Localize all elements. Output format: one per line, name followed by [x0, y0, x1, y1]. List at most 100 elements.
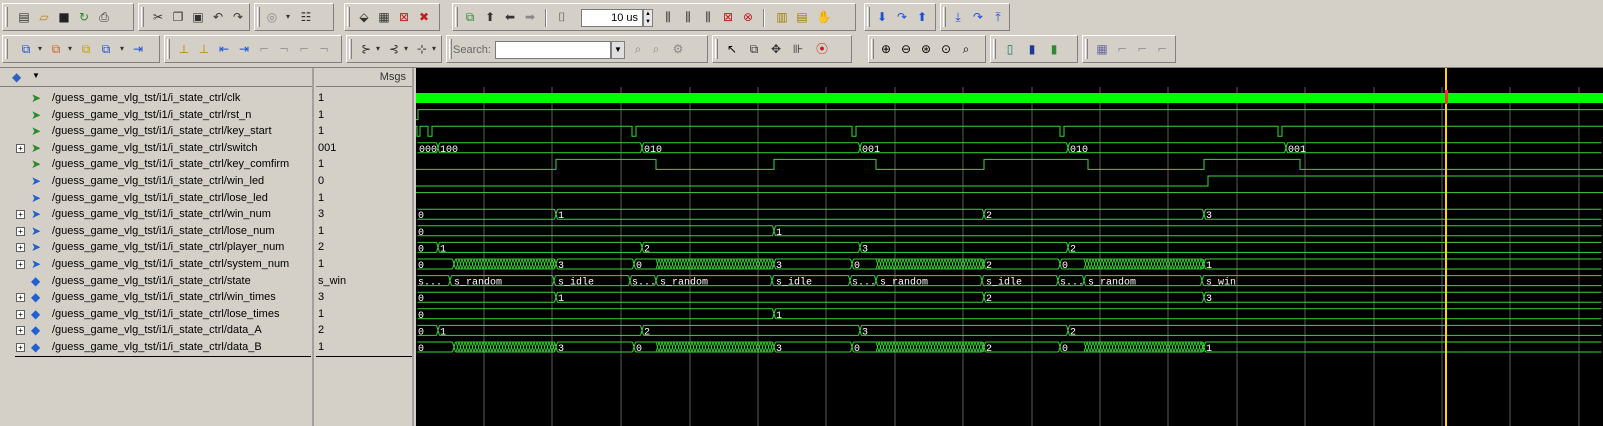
toolbar-grip[interactable]	[449, 39, 452, 59]
signal-row[interactable]: + ➤ /guess_game_vlg_tst/i1/i_state_ctrl/lo…	[0, 223, 312, 239]
toolbar-grip[interactable]	[5, 7, 8, 27]
stop-icon[interactable]: ⊠	[719, 8, 737, 26]
search-dropdown-icon[interactable]: ▼	[611, 41, 625, 59]
measure-mode-icon[interactable]: ⊪	[789, 40, 807, 58]
format-4-icon[interactable]: ▦	[1093, 40, 1111, 58]
zoom-out-icon[interactable]: ⊖	[897, 40, 915, 58]
search-options-icon[interactable]: ⚙	[669, 40, 687, 58]
new-file-icon[interactable]: ▤	[15, 8, 33, 26]
signal-names-pane[interactable]: ◆ ▼ ➤ /guess_game_vlg_tst/i1/i_state_ctrl…	[0, 68, 314, 426]
compile-icon[interactable]: ⬙	[355, 8, 373, 26]
break-point-icon[interactable]: ⊗	[739, 8, 757, 26]
signal-row[interactable]: ◆ /guess_game_vlg_tst/i1/i_state_ctrl/sta…	[0, 273, 312, 289]
pan-mode-icon[interactable]: ✥	[767, 40, 785, 58]
cursor-left-icon[interactable]: ⇤	[215, 40, 233, 58]
zoom-full-icon[interactable]: ⊛	[917, 40, 935, 58]
open-folder-icon[interactable]: ▱	[35, 8, 53, 26]
signal-value-row[interactable]: 3	[316, 289, 412, 305]
toolbar-grip[interactable]	[871, 39, 874, 59]
signal-value-row[interactable]: 1	[316, 156, 412, 172]
add-wave-3-icon[interactable]: ⧉	[77, 40, 95, 58]
dataflow-mode-icon[interactable]: ⦿	[813, 40, 831, 58]
redo-icon[interactable]: ↷	[229, 8, 247, 26]
cursor-right-icon[interactable]: ⇥	[235, 40, 253, 58]
copy-icon[interactable]: ❐	[169, 8, 187, 26]
signal-values-pane[interactable]: Msgs 1 1 1 001 1 0 1 3 1 2 1 s_win 3 1 2 1	[316, 68, 414, 426]
search-prev-icon[interactable]: ⌕	[629, 40, 647, 58]
compile-all-icon[interactable]: ▦	[375, 8, 393, 26]
schematic-icon[interactable]: ▤	[793, 8, 811, 26]
signal-row[interactable]: + ➤ /guess_game_vlg_tst/i1/i_state_ctrl/pl…	[0, 239, 312, 255]
signal-row[interactable]: ➤ /guess_game_vlg_tst/i1/i_state_ctrl/win…	[0, 173, 312, 189]
break-icon[interactable]: ✖	[415, 8, 433, 26]
signal-row[interactable]: + ◆ /guess_game_vlg_tst/i1/i_state_ctrl/da…	[0, 339, 312, 355]
toolbar-grip[interactable]	[993, 39, 996, 59]
expand-icon[interactable]: +	[16, 226, 25, 236]
signal-value-row[interactable]: 3	[316, 206, 412, 222]
expand-icon[interactable]: +	[16, 143, 25, 153]
signal-row[interactable]: + ➤ /guess_game_vlg_tst/i1/i_state_ctrl/wi…	[0, 206, 312, 222]
edge-any-icon[interactable]: ⌐	[295, 40, 313, 58]
signal-value-row[interactable]: 1	[316, 90, 412, 106]
insert-divider-icon[interactable]: ⇥	[129, 40, 147, 58]
signal-value-row[interactable]: 1	[316, 306, 412, 322]
signal-value-row[interactable]: 001	[316, 140, 412, 156]
hand-icon[interactable]: ✋	[815, 8, 833, 26]
signal-value-row[interactable]: 1	[316, 190, 412, 206]
signal-row[interactable]: + ◆ /guess_game_vlg_tst/i1/i_state_ctrl/lo…	[0, 306, 312, 322]
zoom-cursor-icon[interactable]: ⊙	[937, 40, 955, 58]
expand-icon[interactable]: +	[16, 293, 25, 303]
restart-icon[interactable]: ⧉	[461, 8, 479, 26]
waveform-pane[interactable]: 000 100 010 001 010 001 0 1 2 3 0 1 0 1 2 3 2 0 3 0 3 0 2 0 1 s..…	[416, 68, 1603, 426]
expand-icon[interactable]: +	[16, 343, 25, 352]
format-1-icon[interactable]: ▯	[1001, 40, 1019, 58]
format-5-icon[interactable]: ⌐	[1113, 40, 1131, 58]
up-arrow-icon[interactable]: ⬆	[481, 8, 499, 26]
step-icon[interactable]: ⬇	[873, 8, 891, 26]
toolbar-grip[interactable]	[1085, 39, 1088, 59]
zoom-in-icon[interactable]: ⊕	[877, 40, 895, 58]
signal-row[interactable]: + ➤ /guess_game_vlg_tst/i1/i_state_ctrl/sy…	[0, 256, 312, 272]
run-icon[interactable]: ⫼	[659, 8, 677, 26]
step-over-2-icon[interactable]: ↷	[969, 8, 987, 26]
run-all-icon[interactable]: ⫼	[699, 8, 717, 26]
format-2-icon[interactable]: ▮	[1023, 40, 1041, 58]
undo-icon[interactable]: ↶	[209, 8, 227, 26]
toolbar-grip[interactable]	[257, 7, 260, 27]
step-out-icon[interactable]: ⬆	[913, 8, 931, 26]
toolbar-grip[interactable]	[347, 7, 350, 27]
run-continue-icon[interactable]: ⫼	[679, 8, 697, 26]
signal-value-row[interactable]: 0	[316, 173, 412, 189]
edge-any-2-icon[interactable]: ¬	[315, 40, 333, 58]
find-dropdown-icon[interactable]: ▾	[279, 8, 297, 26]
expand-icon[interactable]: +	[16, 309, 25, 319]
signal-value-row[interactable]: s_win	[316, 273, 412, 289]
list-icon[interactable]: ☷	[297, 8, 315, 26]
signal-row[interactable]: ➤ /guess_game_vlg_tst/i1/i_state_ctrl/rst…	[0, 107, 312, 123]
paste-icon[interactable]: ▣	[189, 8, 207, 26]
signal-value-row[interactable]: 1	[316, 107, 412, 123]
reload-icon[interactable]: ↻	[75, 8, 93, 26]
run-length-spinner[interactable]: ▲ ▼	[643, 9, 653, 27]
toolbar-grip[interactable]	[349, 39, 352, 59]
run-length-input[interactable]: 10 us	[581, 9, 643, 27]
waveform-canvas[interactable]: 000 100 010 001 010 0010 1 2 30 10 1 2 3 20 3 0 3 0 2 0 1s..…	[416, 68, 1603, 426]
zoom-mode-icon[interactable]: ⧉	[745, 40, 763, 58]
select-mode-icon[interactable]: ↖	[723, 40, 741, 58]
toolbar-grip[interactable]	[943, 7, 946, 27]
toolbar-grip[interactable]	[141, 7, 144, 27]
expand-icon[interactable]: +	[16, 260, 25, 269]
toolbar-grip[interactable]	[867, 7, 870, 27]
back-arrow-icon[interactable]: ⬅	[501, 8, 519, 26]
signal-row[interactable]: ➤ /guess_game_vlg_tst/i1/i_state_ctrl/los…	[0, 190, 312, 206]
signal-row[interactable]: ➤ /guess_game_vlg_tst/i1/i_state_ctrl/key…	[0, 123, 312, 139]
cut-icon[interactable]: ✂	[149, 8, 167, 26]
toolbar-grip[interactable]	[167, 39, 170, 59]
signal-row[interactable]: ➤ /guess_game_vlg_tst/i1/i_state_ctrl/clk	[0, 90, 312, 106]
edge-prev-icon[interactable]: ⌐	[255, 40, 273, 58]
signal-row[interactable]: + ◆ /guess_game_vlg_tst/i1/i_state_ctrl/da…	[0, 322, 312, 338]
format-3-icon[interactable]: ▮	[1045, 40, 1063, 58]
step-up-icon[interactable]: ⤒	[989, 8, 1007, 26]
signal-value-row[interactable]: 1	[316, 256, 412, 272]
expand-icon[interactable]: +	[16, 326, 25, 336]
